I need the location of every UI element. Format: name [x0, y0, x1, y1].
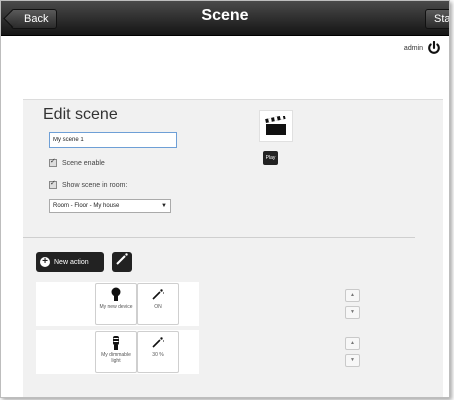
device-tile[interactable]: My dimmable light [95, 331, 137, 373]
dimmable-bulb-icon [96, 335, 136, 351]
new-action-label: New action [54, 258, 89, 266]
wand-icon [116, 253, 128, 265]
move-up-button[interactable]: ▲ [345, 337, 360, 350]
user-bar: admin [404, 41, 441, 55]
wand-icon [138, 287, 178, 303]
room-select[interactable]: Room - Floor - My house ▼ [49, 199, 171, 213]
value-label: 30 % [152, 352, 164, 358]
new-action-button[interactable]: + New action [36, 252, 104, 272]
edit-scene-heading: Edit scene [43, 106, 118, 123]
device-label: My new device [99, 304, 133, 310]
start-button[interactable]: Start [425, 9, 449, 29]
value-tile[interactable]: 30 % [137, 331, 179, 373]
move-up-button[interactable]: ▲ [345, 289, 360, 302]
room-select-value: Room - Floor - My house [53, 203, 120, 209]
action-row: My new device ON [36, 282, 199, 326]
edit-scene-panel: Edit scene Scene enable Show scene in ro… [23, 99, 443, 397]
wand-button[interactable] [112, 252, 132, 272]
scene-enable-label: Scene enable [62, 159, 105, 167]
device-label: My dimmable light [101, 352, 131, 364]
bulb-icon [96, 287, 136, 303]
clapperboard-icon [259, 110, 293, 142]
value-label: ON [154, 304, 162, 310]
scene-enable-row[interactable]: Scene enable [49, 157, 105, 167]
show-in-room-label: Show scene in room: [62, 181, 128, 189]
scene-enable-checkbox[interactable] [49, 157, 57, 167]
value-tile[interactable]: ON [137, 283, 179, 325]
show-in-room-row[interactable]: Show scene in room: [49, 179, 128, 189]
username: admin [403, 44, 423, 52]
move-down-button[interactable]: ▼ [345, 354, 360, 367]
play-button[interactable]: Play [263, 151, 278, 165]
action-row: My dimmable light 30 % [36, 330, 199, 374]
caret-down-icon: ▼ [161, 203, 167, 209]
scene-name-input[interactable] [49, 132, 177, 148]
power-icon[interactable] [427, 41, 441, 55]
plus-icon: + [40, 257, 50, 267]
device-tile[interactable]: My new device [95, 283, 137, 325]
move-down-button[interactable]: ▼ [345, 306, 360, 319]
app-window: Back Scene Start admin Edit scene Scene … [0, 0, 450, 398]
wand-icon [138, 335, 178, 351]
divider [23, 237, 415, 238]
page-title: Scene [201, 7, 249, 24]
top-bar: Back Scene Start [1, 1, 449, 36]
show-in-room-checkbox[interactable] [49, 179, 57, 189]
